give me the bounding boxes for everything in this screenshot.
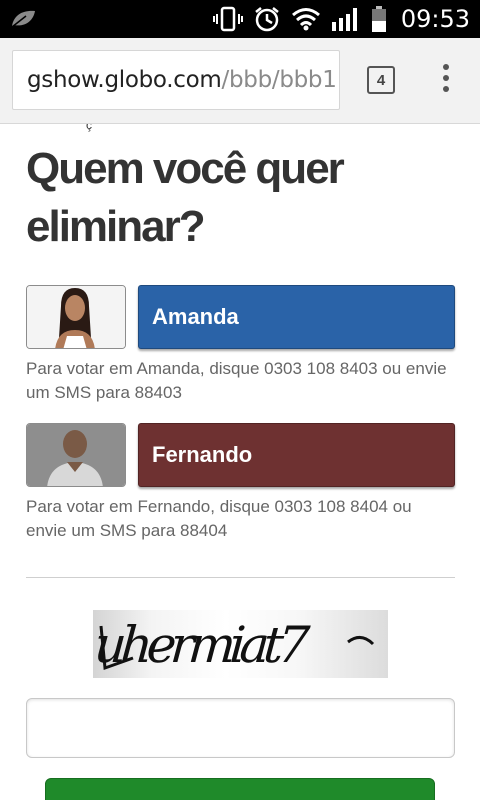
page-title: Quem você quer eliminar?	[26, 144, 345, 251]
status-bar: 09:53	[0, 0, 480, 38]
address-bar[interactable]: gshow.globo.com/bbb/bbb1!	[12, 50, 340, 110]
candidate-amanda: Amanda	[26, 285, 455, 349]
candidate-info-amanda: Para votar em Amanda, disque 0303 108 84…	[26, 359, 447, 402]
person-photo-icon	[27, 424, 125, 486]
vote-fernando-button[interactable]: Fernando	[138, 423, 455, 487]
clock: 09:53	[400, 5, 470, 33]
page-content: ç Quem você quer eliminar? Amanda Para v…	[0, 124, 480, 800]
signal-icon	[331, 8, 357, 31]
candidate-photo-fernando[interactable]	[26, 423, 126, 487]
captcha-text: uhermiat7	[93, 616, 312, 674]
battery-icon	[371, 6, 386, 32]
candidate-photo-amanda[interactable]	[26, 285, 126, 349]
leaf-icon	[11, 10, 35, 28]
url-text: gshow.globo.com/bbb/bbb1!	[27, 67, 340, 93]
alarm-icon	[255, 7, 279, 32]
submit-vote-button[interactable]	[45, 778, 435, 800]
url-path: /bbb/bbb1!	[221, 67, 340, 93]
captcha-input[interactable]	[26, 698, 455, 758]
cropped-text-fragment: ç	[86, 124, 92, 132]
overflow-menu-icon[interactable]	[436, 64, 456, 96]
candidate-info-fernando: Para votar em Fernando, disque 0303 108 …	[26, 497, 412, 540]
browser-toolbar: gshow.globo.com/bbb/bbb1! 4	[0, 38, 480, 124]
candidate-fernando: Fernando	[26, 423, 455, 487]
wifi-icon	[291, 8, 320, 31]
url-host: gshow.globo.com	[27, 67, 222, 93]
person-photo-icon	[27, 286, 125, 348]
vibrate-icon	[212, 6, 243, 32]
vote-amanda-button[interactable]: Amanda	[138, 285, 455, 349]
divider	[26, 577, 455, 578]
status-icons: 09:53	[212, 0, 470, 38]
tab-count: 4	[376, 71, 386, 89]
candidate-name: Amanda	[152, 304, 239, 329]
captcha-image: uhermiat7	[93, 610, 388, 678]
tab-switcher-button[interactable]: 4	[367, 66, 395, 94]
candidate-name: Fernando	[152, 442, 253, 467]
